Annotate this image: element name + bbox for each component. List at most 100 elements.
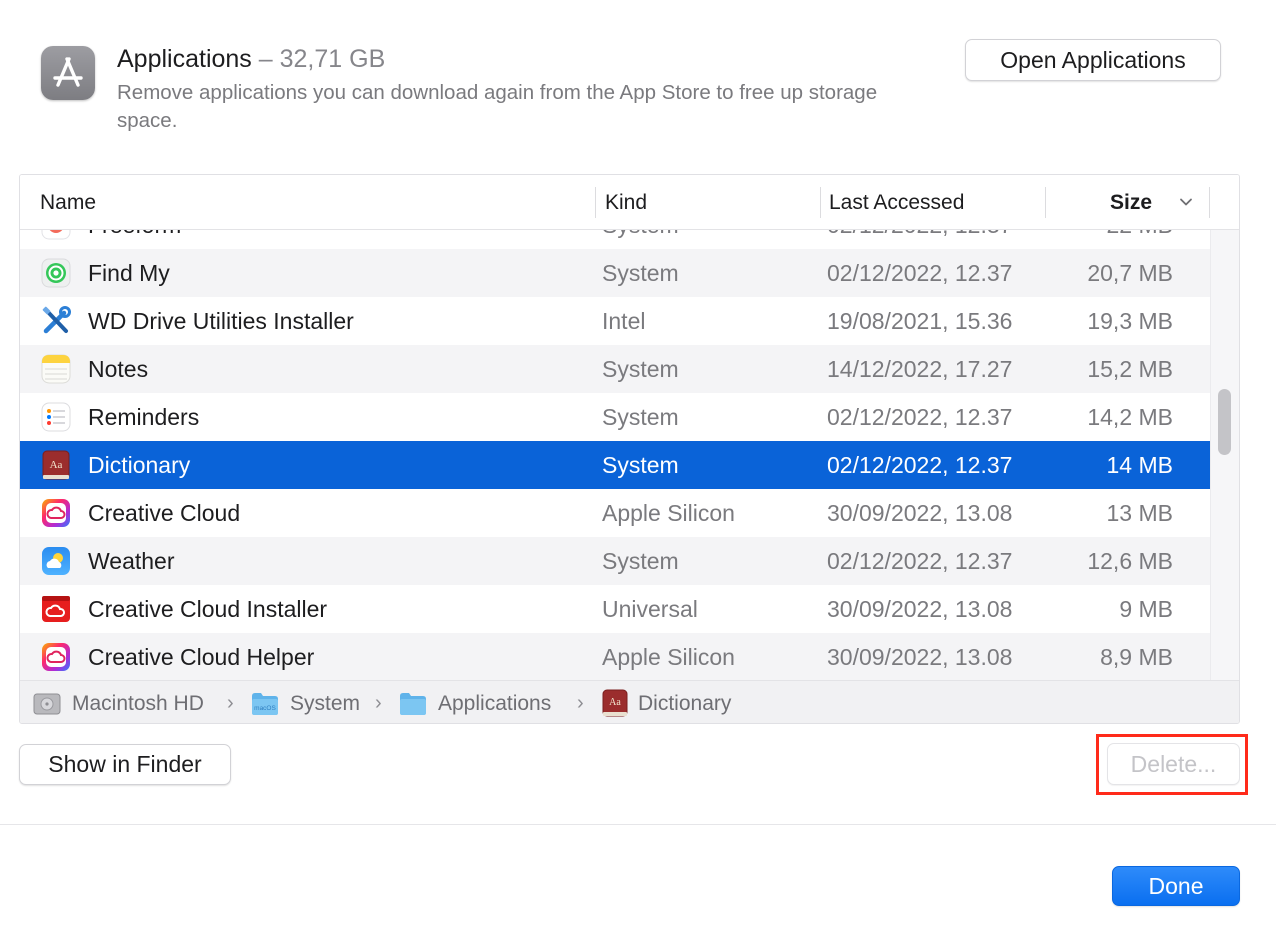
folder-badge: macOS bbox=[254, 705, 276, 712]
creative-cloud-installer-icon bbox=[42, 596, 70, 622]
row-last-accessed: 02/12/2022, 12.37 bbox=[827, 259, 1013, 286]
done-button[interactable]: Done bbox=[1112, 866, 1240, 906]
row-last-accessed: 30/09/2022, 13.08 bbox=[827, 595, 1013, 622]
tools-icon bbox=[42, 306, 71, 334]
path-item-dictionary[interactable]: Dictionary bbox=[638, 681, 731, 723]
row-last-accessed: 30/09/2022, 13.08 bbox=[827, 643, 1013, 670]
row-kind: System bbox=[602, 259, 679, 286]
table-body: Freeform System 02/12/2022, 12.37 22 MB … bbox=[20, 230, 1210, 680]
row-last-accessed: 02/12/2022, 12.37 bbox=[827, 230, 1012, 249]
weather-icon bbox=[42, 547, 70, 575]
find-my-icon bbox=[41, 258, 71, 288]
row-size: 13 MB bbox=[1106, 499, 1173, 526]
applications-table: Name Kind Last Accessed Size Freeform Sy… bbox=[19, 174, 1240, 724]
column-last-accessed[interactable]: Last Accessed bbox=[829, 175, 964, 230]
row-last-accessed: 14/12/2022, 17.27 bbox=[827, 355, 1013, 382]
table-row-find-my[interactable]: Find My System 02/12/2022, 12.37 20,7 MB bbox=[20, 249, 1210, 297]
highlight-annotation bbox=[1096, 734, 1248, 795]
path-bar: Macintosh HD › macOS System › Applicatio… bbox=[20, 680, 1239, 723]
path-item-macintosh-hd[interactable]: Macintosh HD bbox=[72, 681, 204, 723]
row-last-accessed: 02/12/2022, 12.37 bbox=[827, 547, 1013, 574]
row-kind: Intel bbox=[602, 307, 646, 334]
row-size: 8,9 MB bbox=[1100, 643, 1173, 670]
row-name: Creative Cloud bbox=[88, 499, 241, 526]
path-item-applications[interactable]: Applications bbox=[438, 681, 551, 723]
creative-cloud-icon bbox=[42, 499, 70, 527]
total-size: 32,71 GB bbox=[279, 45, 386, 73]
row-kind: System bbox=[602, 403, 679, 430]
svg-text:Aa: Aa bbox=[50, 459, 63, 471]
row-kind: Apple Silicon bbox=[602, 643, 735, 670]
row-size: 19,3 MB bbox=[1087, 307, 1173, 334]
dictionary-icon[interactable]: Aa bbox=[600, 688, 630, 718]
scrollbar-track[interactable] bbox=[1210, 230, 1239, 680]
row-kind: Apple Silicon bbox=[602, 499, 735, 526]
table-row-reminders[interactable]: Reminders System 02/12/2022, 12.37 14,2 … bbox=[20, 393, 1210, 441]
freeform-icon bbox=[41, 230, 71, 240]
show-in-finder-button[interactable]: Show in Finder bbox=[19, 744, 231, 785]
row-size: 14,2 MB bbox=[1087, 403, 1173, 430]
column-divider[interactable] bbox=[820, 187, 821, 218]
dictionary-icon: Aa bbox=[42, 450, 70, 480]
row-name: Creative Cloud Installer bbox=[88, 595, 328, 622]
app-store-icon bbox=[41, 46, 95, 100]
row-kind: System bbox=[602, 547, 679, 574]
row-name: Notes bbox=[88, 355, 149, 382]
row-last-accessed: 02/12/2022, 12.37 bbox=[827, 451, 1013, 478]
column-divider[interactable] bbox=[595, 187, 596, 218]
title-label: Applications bbox=[117, 45, 252, 73]
row-kind: Universal bbox=[602, 595, 698, 622]
reminders-icon bbox=[41, 402, 71, 432]
table-header: Name Kind Last Accessed Size bbox=[20, 175, 1239, 230]
column-size[interactable]: Size bbox=[1110, 175, 1152, 230]
hard-drive-icon[interactable] bbox=[32, 688, 62, 718]
row-kind: System bbox=[602, 355, 679, 382]
path-separator: › bbox=[577, 692, 584, 714]
column-kind[interactable]: Kind bbox=[605, 175, 647, 230]
creative-cloud-icon bbox=[42, 643, 70, 671]
row-last-accessed: 02/12/2022, 12.37 bbox=[827, 403, 1013, 430]
chevron-down-icon[interactable] bbox=[1178, 194, 1194, 210]
column-divider[interactable] bbox=[1045, 187, 1046, 218]
title-dash: – bbox=[258, 45, 273, 73]
scrollbar-thumb[interactable] bbox=[1218, 389, 1231, 455]
row-size: 22 MB bbox=[1107, 230, 1173, 249]
row-name: Weather bbox=[88, 547, 175, 574]
folder-icon[interactable] bbox=[398, 688, 428, 718]
row-kind: System bbox=[602, 230, 679, 249]
table-row-notes[interactable]: Notes System 14/12/2022, 17.27 15,2 MB bbox=[20, 345, 1210, 393]
page-title: Applications – 32,71 GB bbox=[117, 44, 385, 74]
table-row-creative-cloud-installer[interactable]: Creative Cloud Installer Universal 30/09… bbox=[20, 585, 1210, 633]
footer-divider bbox=[0, 824, 1276, 825]
row-size: 12,6 MB bbox=[1087, 547, 1173, 574]
row-name: Freeform bbox=[88, 230, 181, 249]
row-size: 15,2 MB bbox=[1087, 355, 1173, 382]
table-row-dictionary[interactable]: Aa Dictionary System 02/12/2022, 12.37 1… bbox=[20, 441, 1210, 489]
table-row-wd-drive-utilities-installer[interactable]: WD Drive Utilities Installer Intel 19/08… bbox=[20, 297, 1210, 345]
column-divider bbox=[1209, 187, 1210, 218]
open-applications-button[interactable]: Open Applications bbox=[965, 39, 1221, 81]
row-last-accessed: 19/08/2021, 15.36 bbox=[827, 307, 1013, 334]
system-folder-icon[interactable]: macOS bbox=[250, 688, 280, 718]
page-subtitle: Remove applications you can download aga… bbox=[117, 81, 878, 132]
row-name: Creative Cloud Helper bbox=[88, 643, 315, 670]
row-name: Dictionary bbox=[88, 451, 191, 478]
row-kind: System bbox=[602, 451, 679, 478]
row-name: Reminders bbox=[88, 403, 200, 430]
table-row-weather[interactable]: Weather System 02/12/2022, 12.37 12,6 MB bbox=[20, 537, 1210, 585]
path-separator: › bbox=[375, 692, 382, 714]
table-row-freeform[interactable]: Freeform System 02/12/2022, 12.37 22 MB bbox=[20, 230, 1210, 249]
table-row-creative-cloud-helper[interactable]: Creative Cloud Helper Apple Silicon 30/0… bbox=[20, 633, 1210, 680]
path-separator: › bbox=[227, 692, 234, 714]
column-name[interactable]: Name bbox=[40, 175, 96, 230]
row-size: 9 MB bbox=[1119, 595, 1173, 622]
path-item-system[interactable]: System bbox=[290, 681, 360, 723]
svg-text:Aa: Aa bbox=[609, 697, 621, 708]
row-last-accessed: 30/09/2022, 13.08 bbox=[827, 499, 1013, 526]
row-name: Find My bbox=[88, 259, 170, 286]
notes-icon bbox=[41, 354, 71, 384]
table-row-creative-cloud[interactable]: Creative Cloud Apple Silicon 30/09/2022,… bbox=[20, 489, 1210, 537]
row-size: 14 MB bbox=[1106, 451, 1173, 478]
row-name: WD Drive Utilities Installer bbox=[88, 307, 354, 334]
row-size: 20,7 MB bbox=[1087, 259, 1173, 286]
